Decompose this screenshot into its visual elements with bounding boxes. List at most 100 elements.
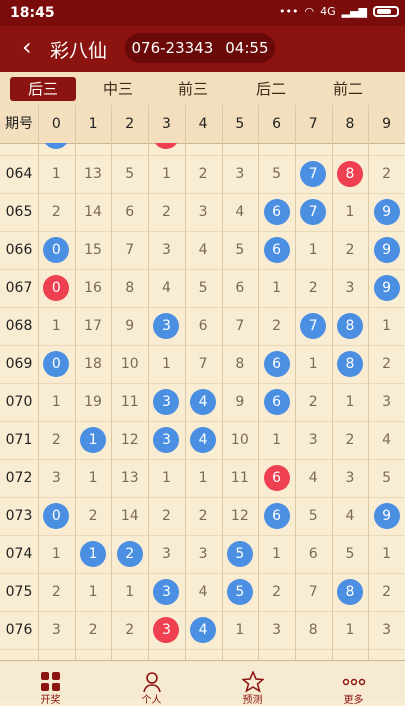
miss-count-cell: 3 (382, 394, 392, 410)
miss-count-cell: 16 (84, 280, 102, 296)
digit-column-header: 3 (161, 116, 171, 132)
miss-count-cell: 3 (161, 242, 171, 258)
more-dots-icon: ••• (279, 5, 299, 18)
nav-item-3[interactable]: 预测 (202, 661, 303, 706)
miss-count-cell: 2 (88, 622, 98, 638)
blue-ball: 0 (43, 503, 70, 529)
app-header: ‹ 彩八仙 076-23343 04:55 (0, 26, 405, 72)
column-divider (294, 105, 296, 660)
battery-icon (373, 6, 399, 17)
tab-1[interactable]: 后三 (10, 77, 76, 101)
miss-count-cell: 4 (198, 584, 208, 600)
tab-2[interactable]: 中三 (85, 77, 151, 101)
blue-ball: 7 (300, 313, 327, 339)
miss-count-cell: 15 (84, 242, 102, 258)
chevron-left-icon[interactable]: ‹ (22, 34, 32, 60)
miss-count-cell: 6 (235, 280, 245, 296)
grid-header: 期号 0 1 2 3 4 5 6 7 8 9 (0, 105, 405, 144)
column-divider (368, 105, 370, 660)
blue-ball: 8 (336, 313, 363, 339)
table-row: 067 0 16 8 4 5 6 1 2 3 9 (0, 269, 405, 308)
miss-count-cell: 2 (125, 622, 135, 638)
column-divider (111, 105, 113, 660)
miss-count-cell: 3 (308, 432, 318, 448)
miss-count-cell: 12 (120, 432, 139, 448)
miss-count-cell: 1 (51, 546, 61, 562)
red-ball: 8 (336, 161, 363, 187)
wifi-icon: ◠ (304, 5, 315, 18)
miss-count-cell: 4 (161, 280, 171, 296)
issue-number-cell: 068 (5, 318, 33, 334)
issue-number-cell: 076 (5, 622, 33, 638)
tab-3[interactable]: 前三 (160, 77, 226, 101)
table-row: 071 2 1 12 3 4 10 1 3 2 4 (0, 421, 405, 460)
blue-ball: 9 (373, 237, 400, 263)
miss-count-cell: 7 (198, 356, 208, 372)
nav-item-4[interactable]: 更多 (303, 661, 404, 706)
digit-column-header: 0 (51, 116, 61, 132)
blue-ball: 8 (336, 579, 363, 605)
issue-column-header: 期号 (5, 116, 33, 132)
blue-ball: 4 (190, 389, 217, 415)
blue-ball: 3 (153, 313, 180, 339)
miss-count-cell: 1 (368, 143, 405, 155)
miss-count-cell: 1 (272, 546, 281, 562)
miss-count-cell: 1 (345, 204, 355, 220)
miss-count-cell: 3 (345, 280, 355, 296)
miss-count-cell: 2 (308, 394, 318, 410)
miss-count-cell: 19 (84, 394, 102, 410)
digit-column-header: 4 (198, 116, 208, 132)
tab-5[interactable]: 前二 (315, 77, 381, 101)
miss-count-cell: 9 (235, 394, 245, 410)
tab-4[interactable]: 后二 (238, 77, 304, 101)
miss-count-cell: 18 (84, 356, 102, 372)
nav-item-2[interactable]: 个人 (101, 661, 202, 706)
table-row: 066 0 15 7 3 4 5 6 1 2 9 (0, 231, 405, 270)
blue-ball: 9 (373, 503, 400, 529)
miss-count-cell: 3 (51, 470, 61, 486)
miss-count-cell: 3 (51, 622, 61, 638)
issue-number-cell: 070 (5, 394, 33, 410)
miss-count-cell: 14 (84, 204, 102, 220)
miss-count-cell: 4 (345, 508, 355, 524)
digit-column-header: 7 (308, 116, 318, 132)
miss-count-cell: 6 (125, 204, 135, 220)
miss-count-cell: 2 (382, 166, 392, 182)
miss-count-cell: 1 (51, 166, 61, 182)
miss-count-cell: 3 (198, 546, 208, 562)
blue-ball: 9 (373, 275, 400, 301)
column-divider (258, 105, 260, 660)
trend-table: 0630124312433106411351235782065214623467… (0, 143, 405, 660)
table-row: 068 1 17 9 3 6 7 2 7 8 1 (0, 307, 405, 346)
red-ball: 6 (263, 465, 290, 491)
column-divider (38, 105, 39, 660)
miss-count-cell: 4 (111, 143, 148, 155)
blue-ball: 8 (336, 351, 363, 377)
miss-count-cell: 4 (198, 242, 208, 258)
issue-number-cell: 074 (5, 546, 33, 562)
miss-count-cell: 3 (198, 204, 208, 220)
status-time: 18:45 (10, 5, 55, 21)
column-divider (331, 105, 333, 660)
miss-count-cell: 1 (185, 143, 222, 155)
miss-count-cell: 1 (51, 394, 61, 410)
miss-count-cell: 13 (84, 166, 102, 182)
page-title: 彩八仙 (50, 40, 108, 62)
nav-item-1[interactable]: 开奖 (0, 661, 101, 706)
blue-ball: 6 (263, 199, 290, 225)
issue-number-cell: 073 (5, 508, 33, 524)
blue-ball: 3 (153, 389, 180, 415)
miss-count-cell: 2 (382, 356, 392, 372)
digit-column-header: 8 (345, 116, 355, 132)
issue-number-cell: 071 (5, 432, 33, 448)
miss-count-cell: 2 (272, 318, 281, 334)
miss-count-cell: 3 (295, 143, 332, 155)
miss-count-cell: 3 (161, 546, 171, 562)
miss-count-cell: 1 (382, 546, 392, 562)
miss-count-cell: 5 (198, 280, 208, 296)
nav-label: 更多 (343, 695, 364, 706)
miss-count-cell: 3 (235, 166, 245, 182)
miss-count-cell: 5 (235, 242, 245, 258)
miss-count-cell: 2 (198, 166, 208, 182)
nav-label: 个人 (141, 695, 162, 706)
